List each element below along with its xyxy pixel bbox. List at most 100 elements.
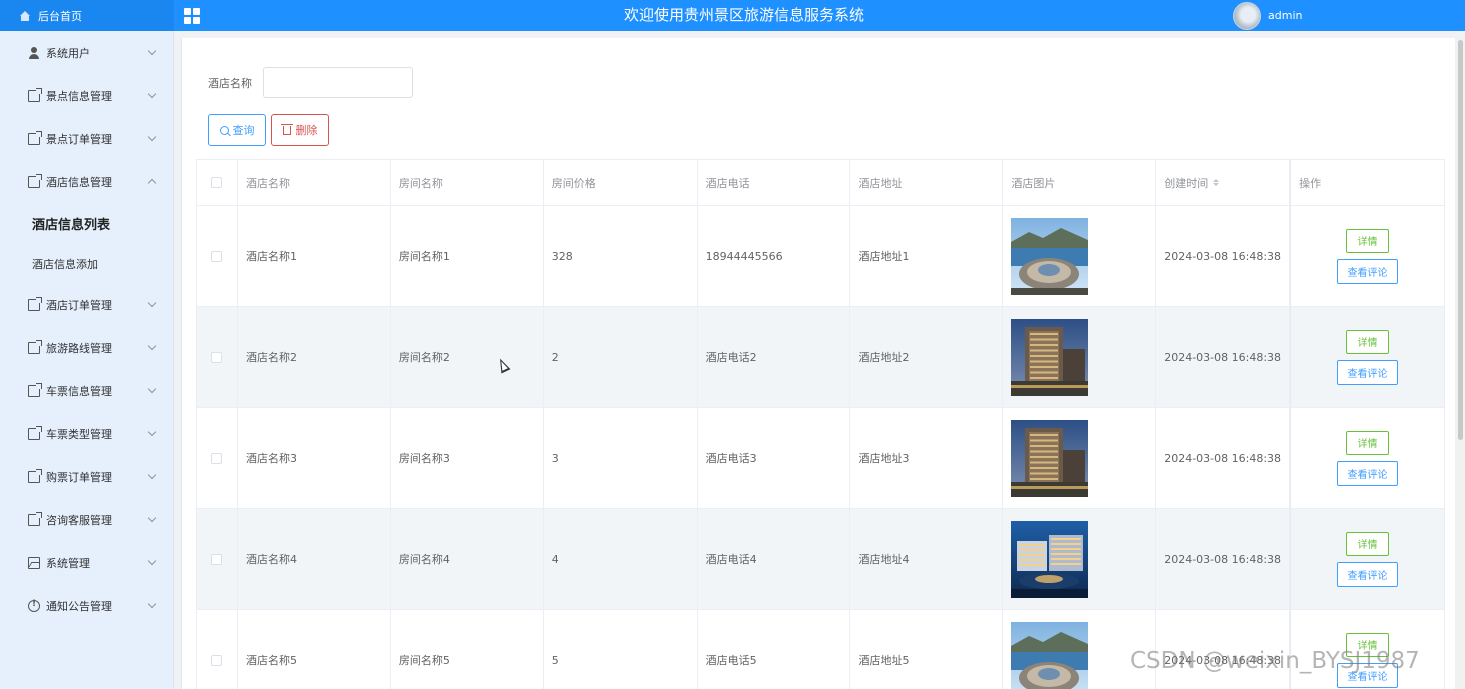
- sidebar-subitem-3-1[interactable]: 酒店信息添加: [0, 244, 173, 283]
- document-icon: [28, 87, 42, 102]
- hotel-phone-cell: 酒店电话4: [698, 509, 851, 609]
- detail-button[interactable]: 详情: [1346, 531, 1390, 556]
- sidebar-item-4[interactable]: 酒店订单管理: [0, 283, 173, 326]
- hotel-address-cell: 酒店地址3: [850, 408, 1004, 508]
- hotel-address-cell: 酒店地址2: [850, 307, 1004, 407]
- sidebar-item-1[interactable]: 景点信息管理: [0, 74, 173, 117]
- sidebar-item-label: 旅游路线管理: [46, 341, 112, 355]
- header-created-time-label: 创建时间: [1164, 176, 1209, 190]
- hotel-name-cell: 酒店名称4: [238, 509, 391, 609]
- sidebar-item-9[interactable]: 咨询客服管理: [0, 498, 173, 541]
- home-link[interactable]: 后台首页: [0, 0, 174, 31]
- document-icon: [28, 130, 42, 145]
- actions-cell: 详情 查看评论: [1290, 408, 1445, 508]
- sidebar-item-5[interactable]: 旅游路线管理: [0, 326, 173, 369]
- header-created-time[interactable]: 创建时间: [1156, 160, 1291, 205]
- row-checkbox[interactable]: [211, 654, 223, 666]
- delete-button[interactable]: 删除: [271, 114, 329, 146]
- room-name-cell: 房间名称3: [391, 408, 544, 508]
- sort-icon[interactable]: [1213, 179, 1220, 186]
- chevron-down-icon: [147, 298, 157, 308]
- created-time-cell: 2024-03-08 16:48:38: [1156, 307, 1291, 407]
- sidebar-item-label: 酒店订单管理: [46, 298, 112, 312]
- view-reviews-button[interactable]: 查看评论: [1337, 258, 1399, 284]
- table-row: 酒店名称3 房间名称3 3 酒店电话3 酒店地址3 2024-03-08 16:48:38…: [197, 408, 1445, 509]
- query-button[interactable]: 查询: [208, 114, 266, 146]
- sidebar-item-8[interactable]: 购票订单管理: [0, 455, 173, 498]
- sidebar-item-10[interactable]: 系统管理: [0, 541, 173, 584]
- hotel-photo-lake: [1011, 217, 1089, 295]
- hotel-name-label: 酒店名称: [208, 77, 252, 90]
- app-title: 欢迎使用贵州景区旅游信息服务系统: [624, 6, 865, 24]
- chevron-down-icon: [147, 513, 157, 523]
- row-checkbox[interactable]: [211, 553, 223, 565]
- actions-cell: 详情 查看评论: [1290, 206, 1445, 306]
- trash-icon: [280, 123, 293, 135]
- sidebar-item-3[interactable]: 酒店信息管理: [0, 160, 173, 203]
- hotel-photo-tower: [1011, 419, 1089, 497]
- hotel-name-input[interactable]: [263, 67, 413, 98]
- hotel-phone-cell: 18944445566: [698, 206, 851, 306]
- hotel-table: 酒店名称 房间名称 房间价格 酒店电话 酒店地址 酒店图片 创建时间 操作 酒店…: [196, 159, 1445, 689]
- view-reviews-button[interactable]: 查看评论: [1337, 359, 1399, 385]
- header-actions: 操作: [1290, 160, 1445, 205]
- document-icon: [28, 468, 42, 483]
- document-icon: [28, 173, 42, 188]
- row-select-cell: [197, 307, 238, 407]
- view-reviews-button[interactable]: 查看评论: [1337, 460, 1399, 486]
- select-all-checkbox[interactable]: [211, 177, 223, 188]
- created-time-cell: 2024-03-08 16:48:38: [1156, 509, 1291, 609]
- hotel-photo-tower: [1011, 318, 1089, 396]
- sidebar-subitem-3-0[interactable]: 酒店信息列表: [0, 203, 173, 244]
- hotel-phone-cell: 酒店电话3: [698, 408, 851, 508]
- sidebar-item-6[interactable]: 车票信息管理: [0, 369, 173, 412]
- watermark: CSDN @weixin_BYSJ1987: [1130, 648, 1420, 674]
- document-icon: [28, 339, 42, 354]
- hotel-image-cell: [1003, 206, 1157, 306]
- hotel-phone-cell: 酒店电话2: [698, 307, 851, 407]
- picture-icon: [28, 556, 40, 569]
- document-icon: [28, 511, 42, 526]
- search-icon: [219, 125, 229, 135]
- chevron-down-icon: [147, 132, 157, 142]
- detail-button[interactable]: 详情: [1346, 430, 1390, 455]
- room-price-cell: 5: [544, 610, 698, 689]
- row-select-cell: [197, 610, 238, 689]
- info-icon: [28, 599, 40, 612]
- header-hotel-phone: 酒店电话: [698, 160, 851, 205]
- menu-toggle-icon[interactable]: [184, 7, 201, 24]
- room-name-cell: 房间名称2: [391, 307, 544, 407]
- sidebar-item-11[interactable]: 通知公告管理: [0, 584, 173, 627]
- sidebar-item-label: 景点信息管理: [46, 89, 112, 103]
- sidebar-item-0[interactable]: 系统用户: [0, 31, 173, 74]
- header-room-name: 房间名称: [391, 160, 544, 205]
- sidebar-item-label: 酒店信息管理: [46, 175, 112, 189]
- hotel-image-cell: [1003, 307, 1157, 407]
- home-icon: [19, 10, 31, 21]
- avatar[interactable]: [1233, 1, 1261, 30]
- chevron-down-icon: [147, 341, 157, 351]
- room-name-cell: 房间名称1: [391, 206, 544, 306]
- created-time-cell: 2024-03-08 16:48:38: [1156, 206, 1291, 306]
- hotel-image-cell: [1003, 509, 1157, 609]
- sidebar-item-2[interactable]: 景点订单管理: [0, 117, 173, 160]
- row-select-cell: [197, 408, 238, 508]
- room-price-cell: 4: [544, 509, 698, 609]
- user-menu[interactable]: admin: [1233, 0, 1302, 31]
- room-price-cell: 2: [544, 307, 698, 407]
- sidebar-item-label: 系统管理: [46, 556, 90, 570]
- row-checkbox[interactable]: [211, 250, 223, 262]
- sidebar-item-7[interactable]: 车票类型管理: [0, 412, 173, 455]
- detail-button[interactable]: 详情: [1346, 228, 1390, 253]
- room-price-cell: 328: [544, 206, 698, 306]
- row-select-cell: [197, 206, 238, 306]
- chevron-down-icon: [147, 599, 157, 609]
- document-icon: [28, 425, 42, 440]
- row-checkbox[interactable]: [211, 452, 223, 464]
- detail-button[interactable]: 详情: [1346, 329, 1390, 354]
- scrollbar-thumb[interactable]: [1458, 40, 1463, 440]
- user-name[interactable]: admin: [1268, 9, 1302, 22]
- view-reviews-button[interactable]: 查看评论: [1337, 561, 1399, 587]
- header-hotel-address: 酒店地址: [850, 160, 1004, 205]
- row-checkbox[interactable]: [211, 351, 223, 363]
